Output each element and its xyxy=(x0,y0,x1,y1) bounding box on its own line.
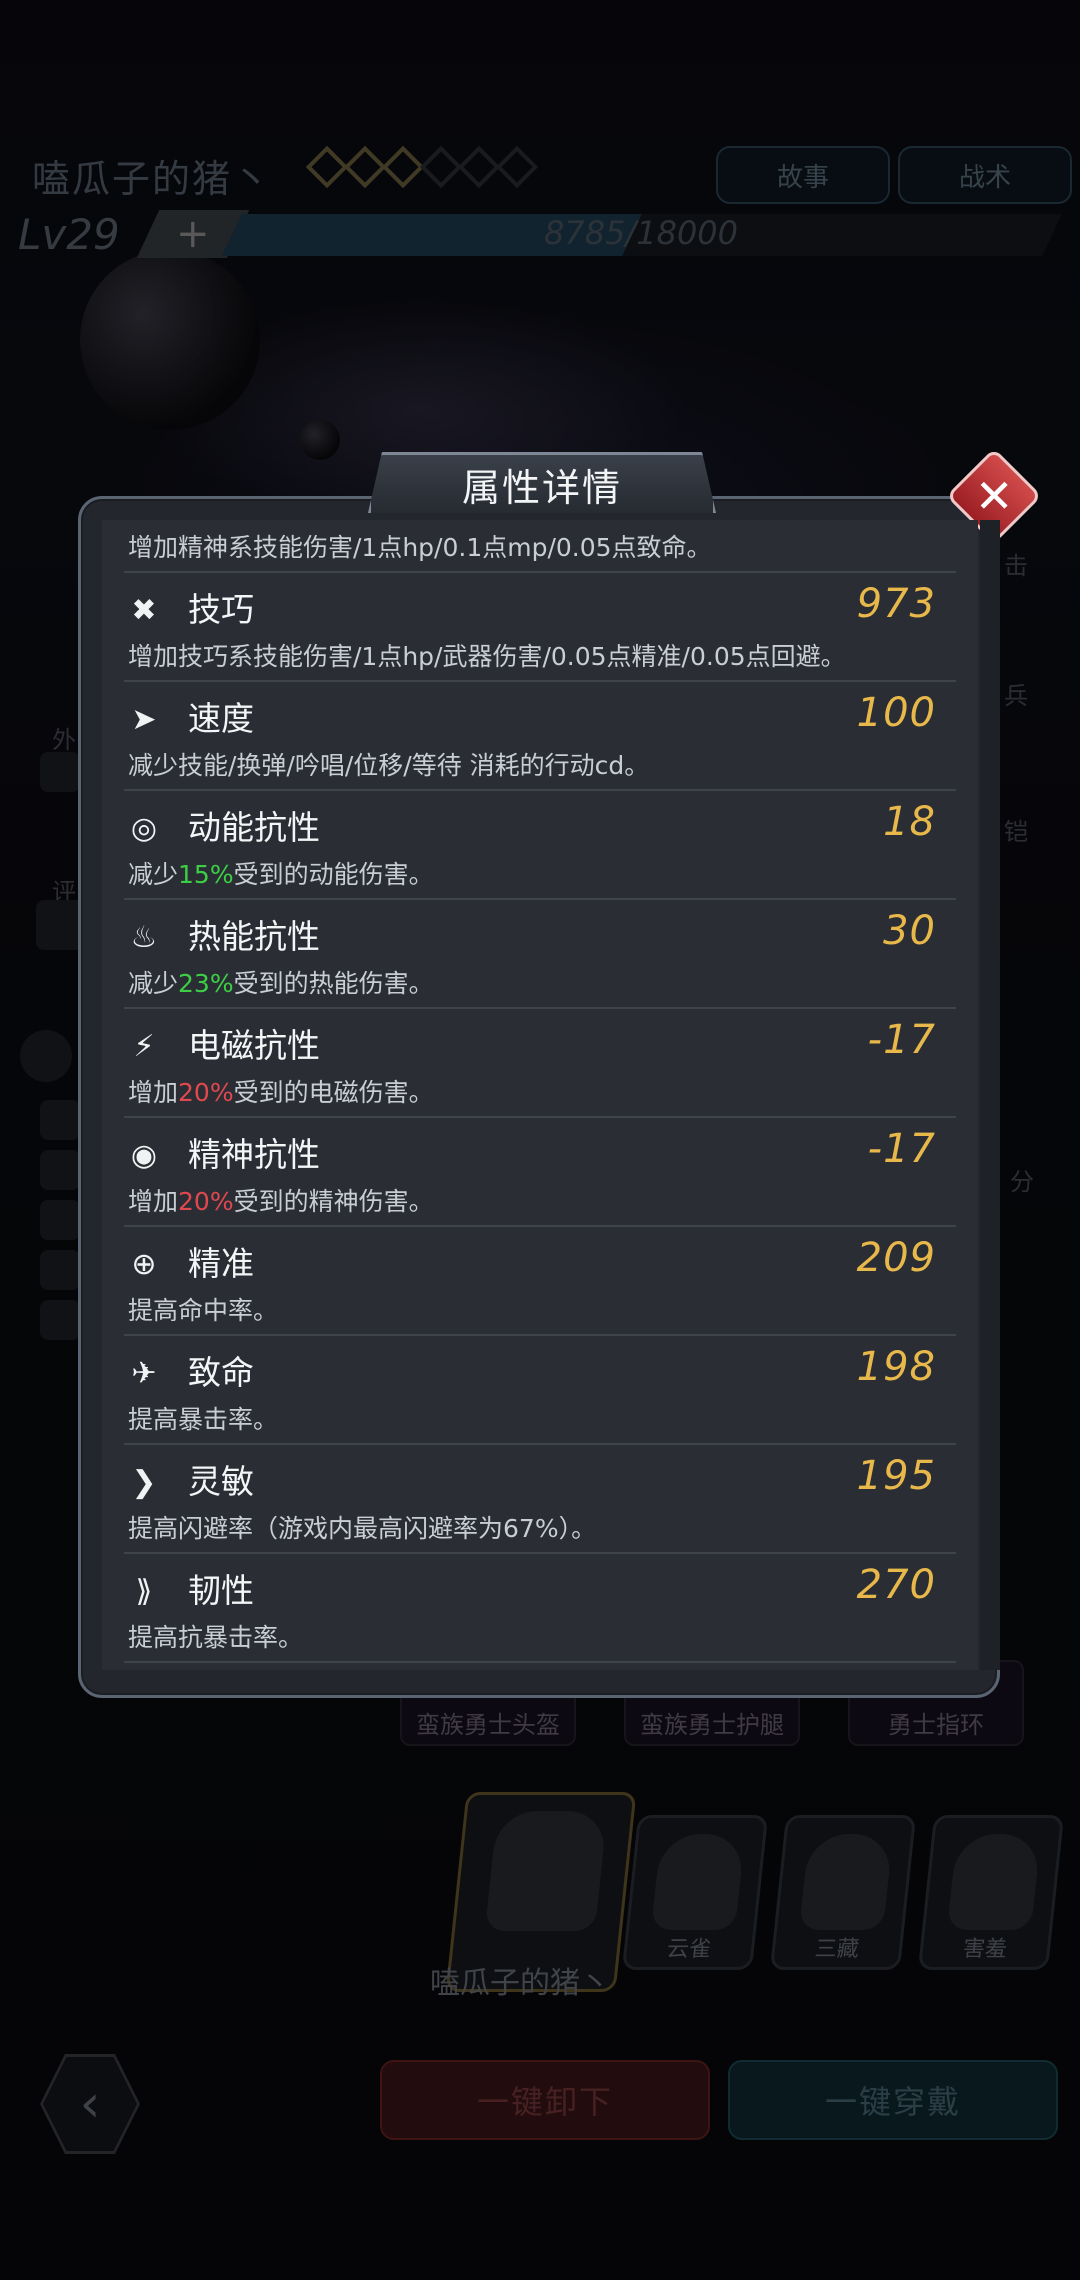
percent-highlight: 20% xyxy=(178,1187,234,1216)
attribute-row: ✈ 致命 198 提高暴击率。 xyxy=(124,1334,956,1445)
attribute-value: 18 xyxy=(883,799,936,845)
attribute-name: 速度 xyxy=(188,699,254,738)
thermal-resist-icon: ♨ xyxy=(130,920,158,955)
crosshair-icon: ⊕ xyxy=(131,1247,157,1282)
percent-highlight: 20% xyxy=(178,1078,234,1107)
attribute-row: ⊕ 精准 209 提高命中率。 xyxy=(124,1225,956,1336)
attribute-name: 精神抗性 xyxy=(188,1135,320,1174)
description-suffix: 受到的精神伤害。 xyxy=(233,1187,434,1216)
attribute-name: 技巧 xyxy=(188,590,254,629)
attribute-row: ♨ 热能抗性 30 减少23%受到的热能伤害。 xyxy=(124,898,956,1009)
attribute-description: 增加20%受到的电磁伤害。 xyxy=(128,1073,434,1109)
description-prefix: 增加 xyxy=(128,1078,179,1107)
attribute-value: 195 xyxy=(856,1453,936,1499)
attribute-description: 提高抗暴击率。 xyxy=(128,1623,304,1652)
attribute-description: 提高命中率。 xyxy=(128,1296,279,1325)
attribute-row: ◎ 动能抗性 18 减少15%受到的动能伤害。 xyxy=(124,789,956,900)
attribute-description: 减少技能/换弹/吟唱/位移/等待 消耗的行动cd。 xyxy=(128,751,650,780)
psychic-resist-icon: ◉ xyxy=(130,1138,158,1173)
modal-title: 属性详情 xyxy=(368,452,716,513)
description-suffix: 受到的电磁伤害。 xyxy=(233,1078,434,1107)
kinetic-resist-icon: ◎ xyxy=(130,811,158,846)
close-icon: ✕ xyxy=(974,468,1014,523)
attribute-value: 198 xyxy=(856,1344,936,1390)
speed-icon: ➤ xyxy=(131,702,157,737)
crit-icon: ✈ xyxy=(131,1356,157,1391)
attribute-description: 减少23%受到的热能伤害。 xyxy=(128,964,434,1000)
attribute-row: ⚡ 电磁抗性 -17 增加20%受到的电磁伤害。 xyxy=(124,1007,956,1118)
attribute-name: 致命 xyxy=(188,1353,254,1392)
attribute-row: ✦精神513增加精神系技能伤害/1点hp/0.1点mp/0.05点致命。 xyxy=(124,520,956,573)
attribute-row: ❯ 灵敏 195 提高闪避率（游戏内最高闪避率为67%）。 xyxy=(124,1443,956,1554)
description-suffix: 受到的热能伤害。 xyxy=(233,969,434,998)
attribute-value: 100 xyxy=(856,690,936,736)
attribute-name: 灵敏 xyxy=(188,1462,254,1501)
description-suffix: 受到的动能伤害。 xyxy=(233,860,434,889)
percent-highlight: 15% xyxy=(178,860,234,889)
attribute-row: ◉ 精神抗性 -17 增加20%受到的精神伤害。 xyxy=(124,1116,956,1227)
attribute-name: 电磁抗性 xyxy=(188,1026,320,1065)
attribute-name: 精准 xyxy=(188,1244,254,1283)
em-resist-icon: ⚡ xyxy=(133,1029,155,1064)
attribute-row: ➤ 速度 100 减少技能/换弹/吟唱/位移/等待 消耗的行动cd。 xyxy=(124,680,956,791)
attribute-name: 精神 xyxy=(188,520,254,522)
attribute-row: ✖ 技巧 973 增加技巧系技能伤害/1点hp/武器伤害/0.05点精准/0.05点回… xyxy=(124,571,956,682)
attribute-value: 30 xyxy=(883,908,936,954)
attribute-description: 增加技巧系技能伤害/1点hp/武器伤害/0.05点精准/0.05点回避。 xyxy=(128,642,846,671)
agility-icon: ❯ xyxy=(131,1465,157,1500)
attribute-value: 209 xyxy=(856,1235,936,1281)
skill-icon: ✖ xyxy=(131,593,157,628)
attribute-row: ⟫ 韧性 270 提高抗暴击率。 xyxy=(124,1552,956,1663)
attribute-description: 增加精神系技能伤害/1点hp/0.1点mp/0.05点致命。 xyxy=(128,533,712,562)
attribute-description: 增加20%受到的精神伤害。 xyxy=(128,1182,434,1218)
modal-scroll-gutter xyxy=(980,520,1000,1670)
attribute-name: 动能抗性 xyxy=(188,808,320,847)
toughness-icon: ⟫ xyxy=(135,1574,153,1609)
attribute-description: 提高暴击率。 xyxy=(128,1405,279,1434)
percent-highlight: 23% xyxy=(178,969,234,998)
attribute-name: 韧性 xyxy=(188,1571,254,1610)
attribute-name: 热能抗性 xyxy=(188,917,320,956)
attribute-value: -17 xyxy=(867,1126,936,1172)
description-prefix: 增加 xyxy=(128,1187,179,1216)
attribute-value: 973 xyxy=(856,581,936,627)
attribute-description: 减少15%受到的动能伤害。 xyxy=(128,855,434,891)
attribute-value: 270 xyxy=(856,1562,936,1608)
description-prefix: 减少 xyxy=(128,860,179,889)
attribute-description: 提高闪避率（游戏内最高闪避率为67%）。 xyxy=(128,1514,597,1543)
attribute-value: -17 xyxy=(867,1017,936,1063)
attribute-list[interactable]: ✦精神513增加精神系技能伤害/1点hp/0.1点mp/0.05点致命。 ✖ 技巧 9… xyxy=(102,520,978,1670)
description-prefix: 减少 xyxy=(128,969,179,998)
